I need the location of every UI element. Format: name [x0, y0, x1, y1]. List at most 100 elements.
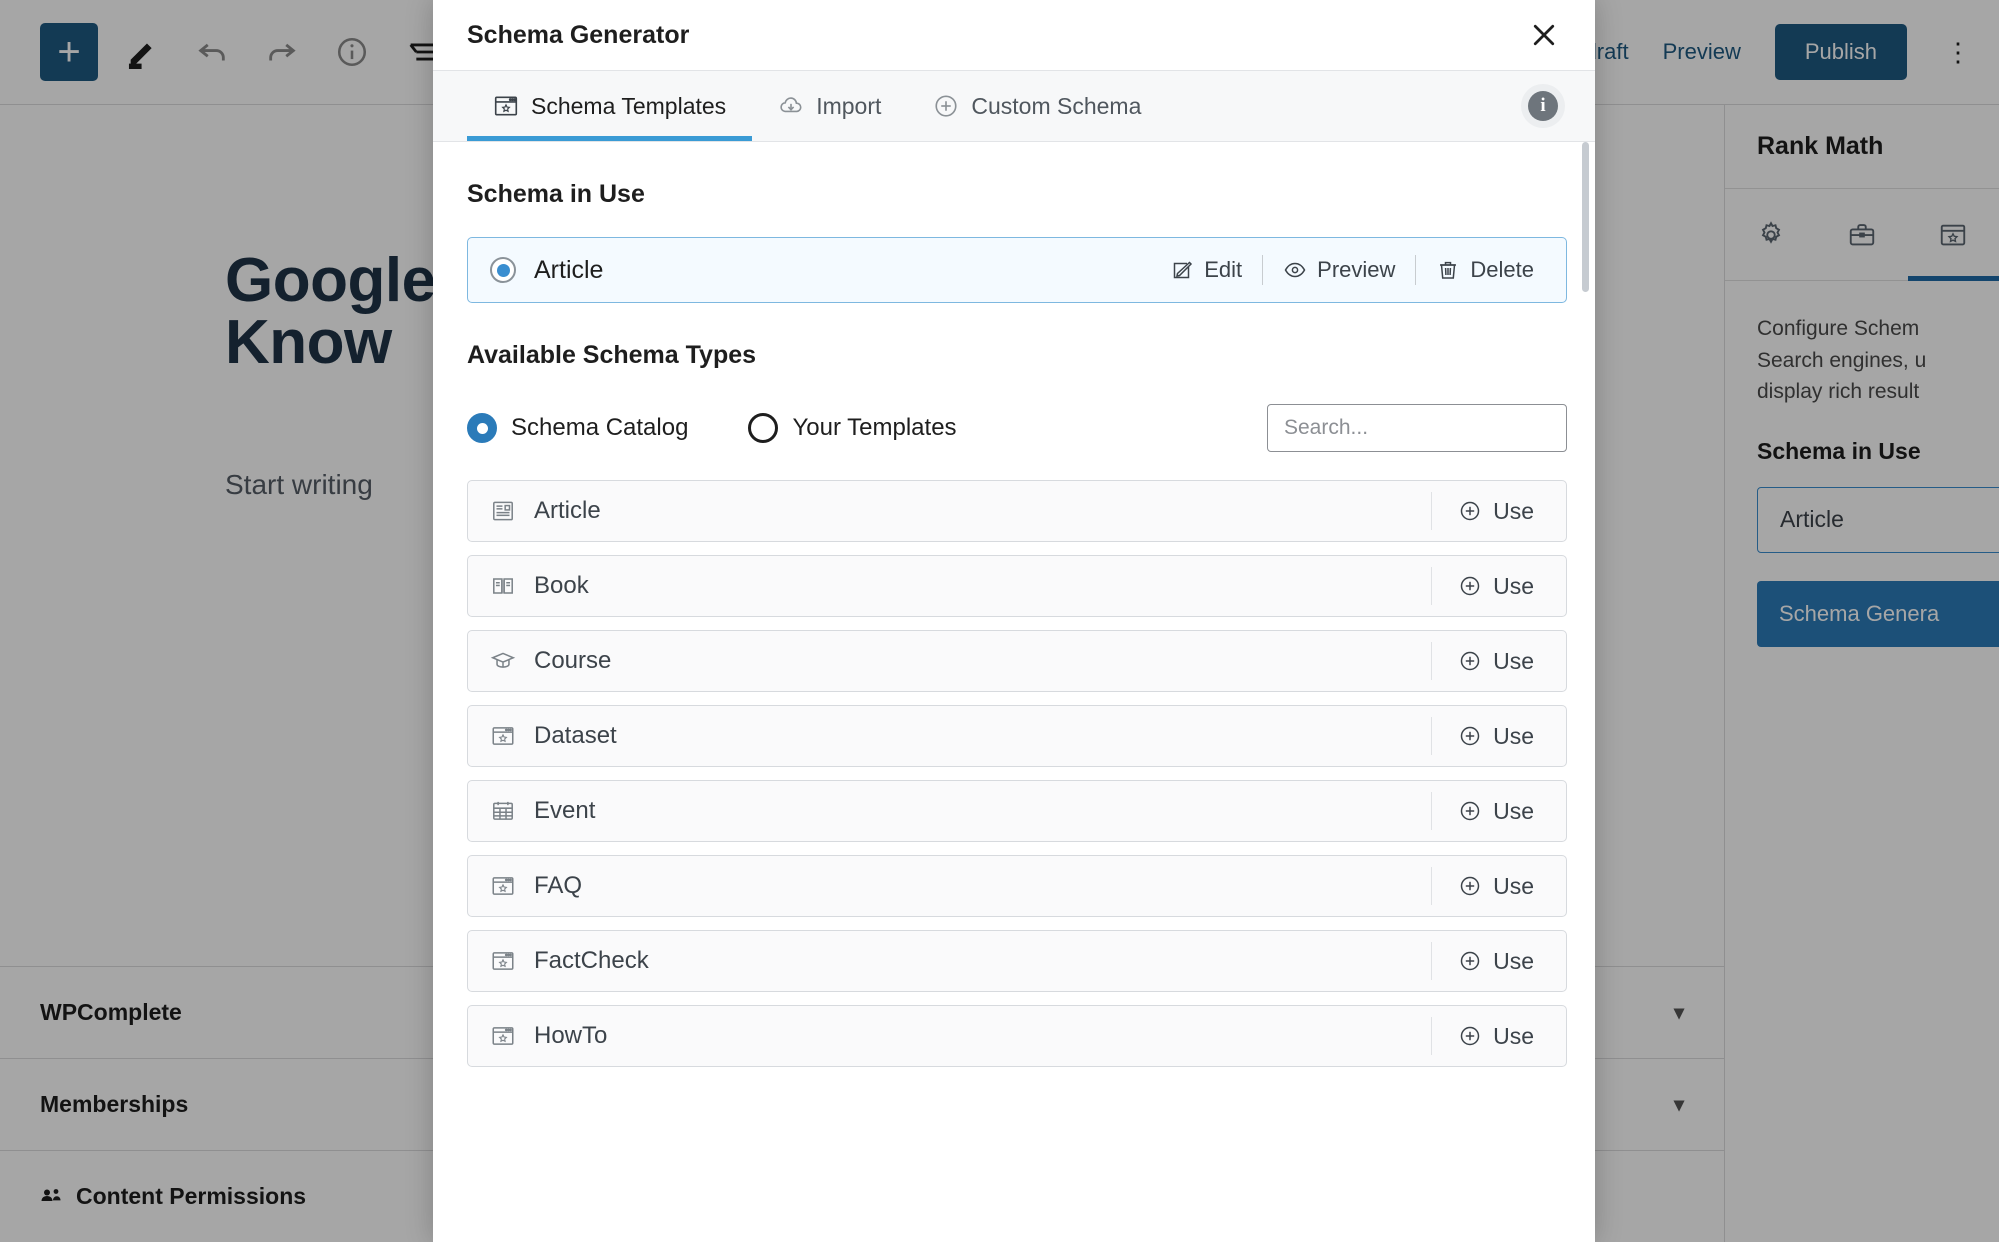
chevron-down-icon[interactable]: ▾	[1674, 1092, 1684, 1117]
use-button[interactable]: Use	[1431, 642, 1566, 680]
use-button-label: Use	[1493, 872, 1534, 899]
available-controls-row: Schema Catalog Your Templates Search...	[467, 404, 1567, 452]
preview-schema-button[interactable]: Preview	[1263, 257, 1415, 283]
schema-in-use-name: Article	[534, 255, 604, 284]
more-options-icon[interactable]: ⋮	[1941, 37, 1975, 68]
schema-icon	[1938, 220, 1968, 250]
redo-icon[interactable]	[256, 26, 308, 78]
use-button-label: Use	[1493, 797, 1534, 824]
schema-item-label: Article	[534, 497, 601, 524]
cloud-download-icon	[778, 93, 804, 119]
rank-math-sidebar: Rank Math Configure Schem Search engines…	[1724, 105, 1999, 1242]
publish-button[interactable]: Publish	[1774, 24, 1907, 80]
use-button-label: Use	[1493, 647, 1534, 674]
sidebar-desc-line-2: Search engines, u	[1757, 348, 1927, 372]
use-button-label: Use	[1493, 572, 1534, 599]
plus-circle-icon	[1458, 649, 1482, 673]
plus-circle-icon	[1458, 1024, 1482, 1048]
plus-circle-icon	[933, 93, 959, 119]
panel-wpcomplete-label: WPComplete	[40, 999, 182, 1025]
schema-in-use-card[interactable]: Article Edit Preview Delete	[467, 237, 1567, 303]
schema-item-course[interactable]: Course Use	[467, 630, 1567, 692]
pencil-square-icon	[1170, 258, 1194, 282]
preview-schema-label: Preview	[1317, 257, 1396, 282]
tab-import-label: Import	[816, 92, 882, 119]
toolbar-left-group: +	[0, 23, 448, 81]
preview-link[interactable]: Preview	[1663, 39, 1741, 65]
source-option-schema-catalog[interactable]: Schema Catalog	[467, 413, 688, 443]
schema-item-book[interactable]: Book Use	[467, 555, 1567, 617]
tab-import[interactable]: Import	[752, 71, 907, 141]
schema-window-icon	[490, 948, 516, 974]
tab-custom-schema[interactable]: Custom Schema	[907, 71, 1167, 141]
schema-item-event[interactable]: Event Use	[467, 780, 1567, 842]
plus-icon: +	[57, 30, 81, 74]
edit-pencil-icon[interactable]	[116, 26, 168, 78]
schema-window-icon	[490, 873, 516, 899]
your-templates-radio[interactable]	[748, 413, 779, 443]
schema-in-use-radio[interactable]	[490, 257, 516, 283]
plus-circle-icon	[1458, 574, 1482, 598]
source-option-your-templates[interactable]: Your Templates	[748, 413, 957, 443]
plus-circle-icon	[1458, 949, 1482, 973]
edit-schema-button[interactable]: Edit	[1150, 257, 1262, 283]
search-placeholder: Search...	[1284, 416, 1369, 439]
schema-item-label: HowTo	[534, 1022, 608, 1049]
panel-memberships-label: Memberships	[40, 1091, 189, 1117]
edit-schema-label: Edit	[1204, 257, 1243, 282]
schema-in-use-heading: Schema in Use	[467, 180, 645, 208]
schema-item-dataset[interactable]: Dataset Use	[467, 705, 1567, 767]
use-button[interactable]: Use	[1431, 492, 1566, 530]
schema-item-factcheck[interactable]: FactCheck Use	[467, 930, 1567, 992]
radio-dot	[496, 263, 510, 277]
schema-item-howto[interactable]: HowTo Use	[467, 1005, 1567, 1067]
plus-circle-icon	[1458, 799, 1482, 823]
schema-item-article[interactable]: Article Use	[467, 480, 1567, 542]
use-button-label: Use	[1493, 722, 1534, 749]
panel-content-permissions-label: Content Permissions	[76, 1183, 307, 1209]
schema-template-icon	[493, 93, 519, 119]
undo-icon[interactable]	[186, 26, 238, 78]
radio-dot	[476, 422, 488, 434]
plus-circle-icon	[1458, 499, 1482, 523]
tab-schema-templates[interactable]: Schema Templates	[467, 71, 753, 141]
delete-schema-label: Delete	[1470, 257, 1534, 282]
use-button-label: Use	[1493, 1022, 1534, 1049]
schema-catalog-label: Schema Catalog	[511, 414, 689, 441]
use-button[interactable]: Use	[1431, 567, 1566, 605]
schema-item-faq[interactable]: FAQ Use	[467, 855, 1567, 917]
article-icon	[490, 498, 516, 524]
schema-catalog-radio[interactable]	[467, 413, 497, 443]
modal-scrollbar[interactable]	[1582, 142, 1589, 292]
use-button[interactable]: Use	[1431, 792, 1566, 830]
details-info-icon[interactable]	[326, 26, 378, 78]
sidebar-tab-general[interactable]	[1725, 189, 1816, 280]
delete-schema-button[interactable]: Delete	[1416, 257, 1554, 283]
use-button[interactable]: Use	[1431, 942, 1566, 980]
modal-tab-bar: Schema Templates Import Custom Schema i	[433, 70, 1595, 142]
chevron-down-icon[interactable]: ▾	[1674, 1000, 1684, 1025]
rank-math-tabs	[1725, 189, 1999, 281]
sidebar-tab-schema[interactable]	[1907, 189, 1999, 281]
sidebar-schema-in-use-value[interactable]: Article	[1757, 486, 1999, 553]
sidebar-schema-generator-button[interactable]: Schema Genera	[1757, 580, 1999, 647]
users-icon	[40, 1185, 64, 1209]
schema-type-list: Article Use Book Use Course Use Dataset …	[467, 480, 1567, 1067]
schema-item-label: Dataset	[534, 722, 617, 749]
use-button[interactable]: Use	[1431, 867, 1566, 905]
sidebar-tab-advanced[interactable]	[1816, 189, 1907, 280]
search-input[interactable]: Search...	[1267, 404, 1567, 452]
plus-circle-icon	[1458, 874, 1482, 898]
info-icon[interactable]: i	[1521, 84, 1565, 128]
use-button-label: Use	[1493, 497, 1534, 524]
add-block-button[interactable]: +	[40, 23, 98, 81]
close-icon[interactable]	[1521, 12, 1567, 58]
use-button-label: Use	[1493, 947, 1534, 974]
use-button[interactable]: Use	[1431, 717, 1566, 755]
schema-item-label: FactCheck	[534, 947, 649, 974]
plus-circle-icon	[1458, 724, 1482, 748]
use-button[interactable]: Use	[1431, 1017, 1566, 1055]
schema-item-label: Book	[534, 572, 589, 599]
trash-icon	[1436, 258, 1460, 282]
gear-icon	[1756, 220, 1786, 250]
